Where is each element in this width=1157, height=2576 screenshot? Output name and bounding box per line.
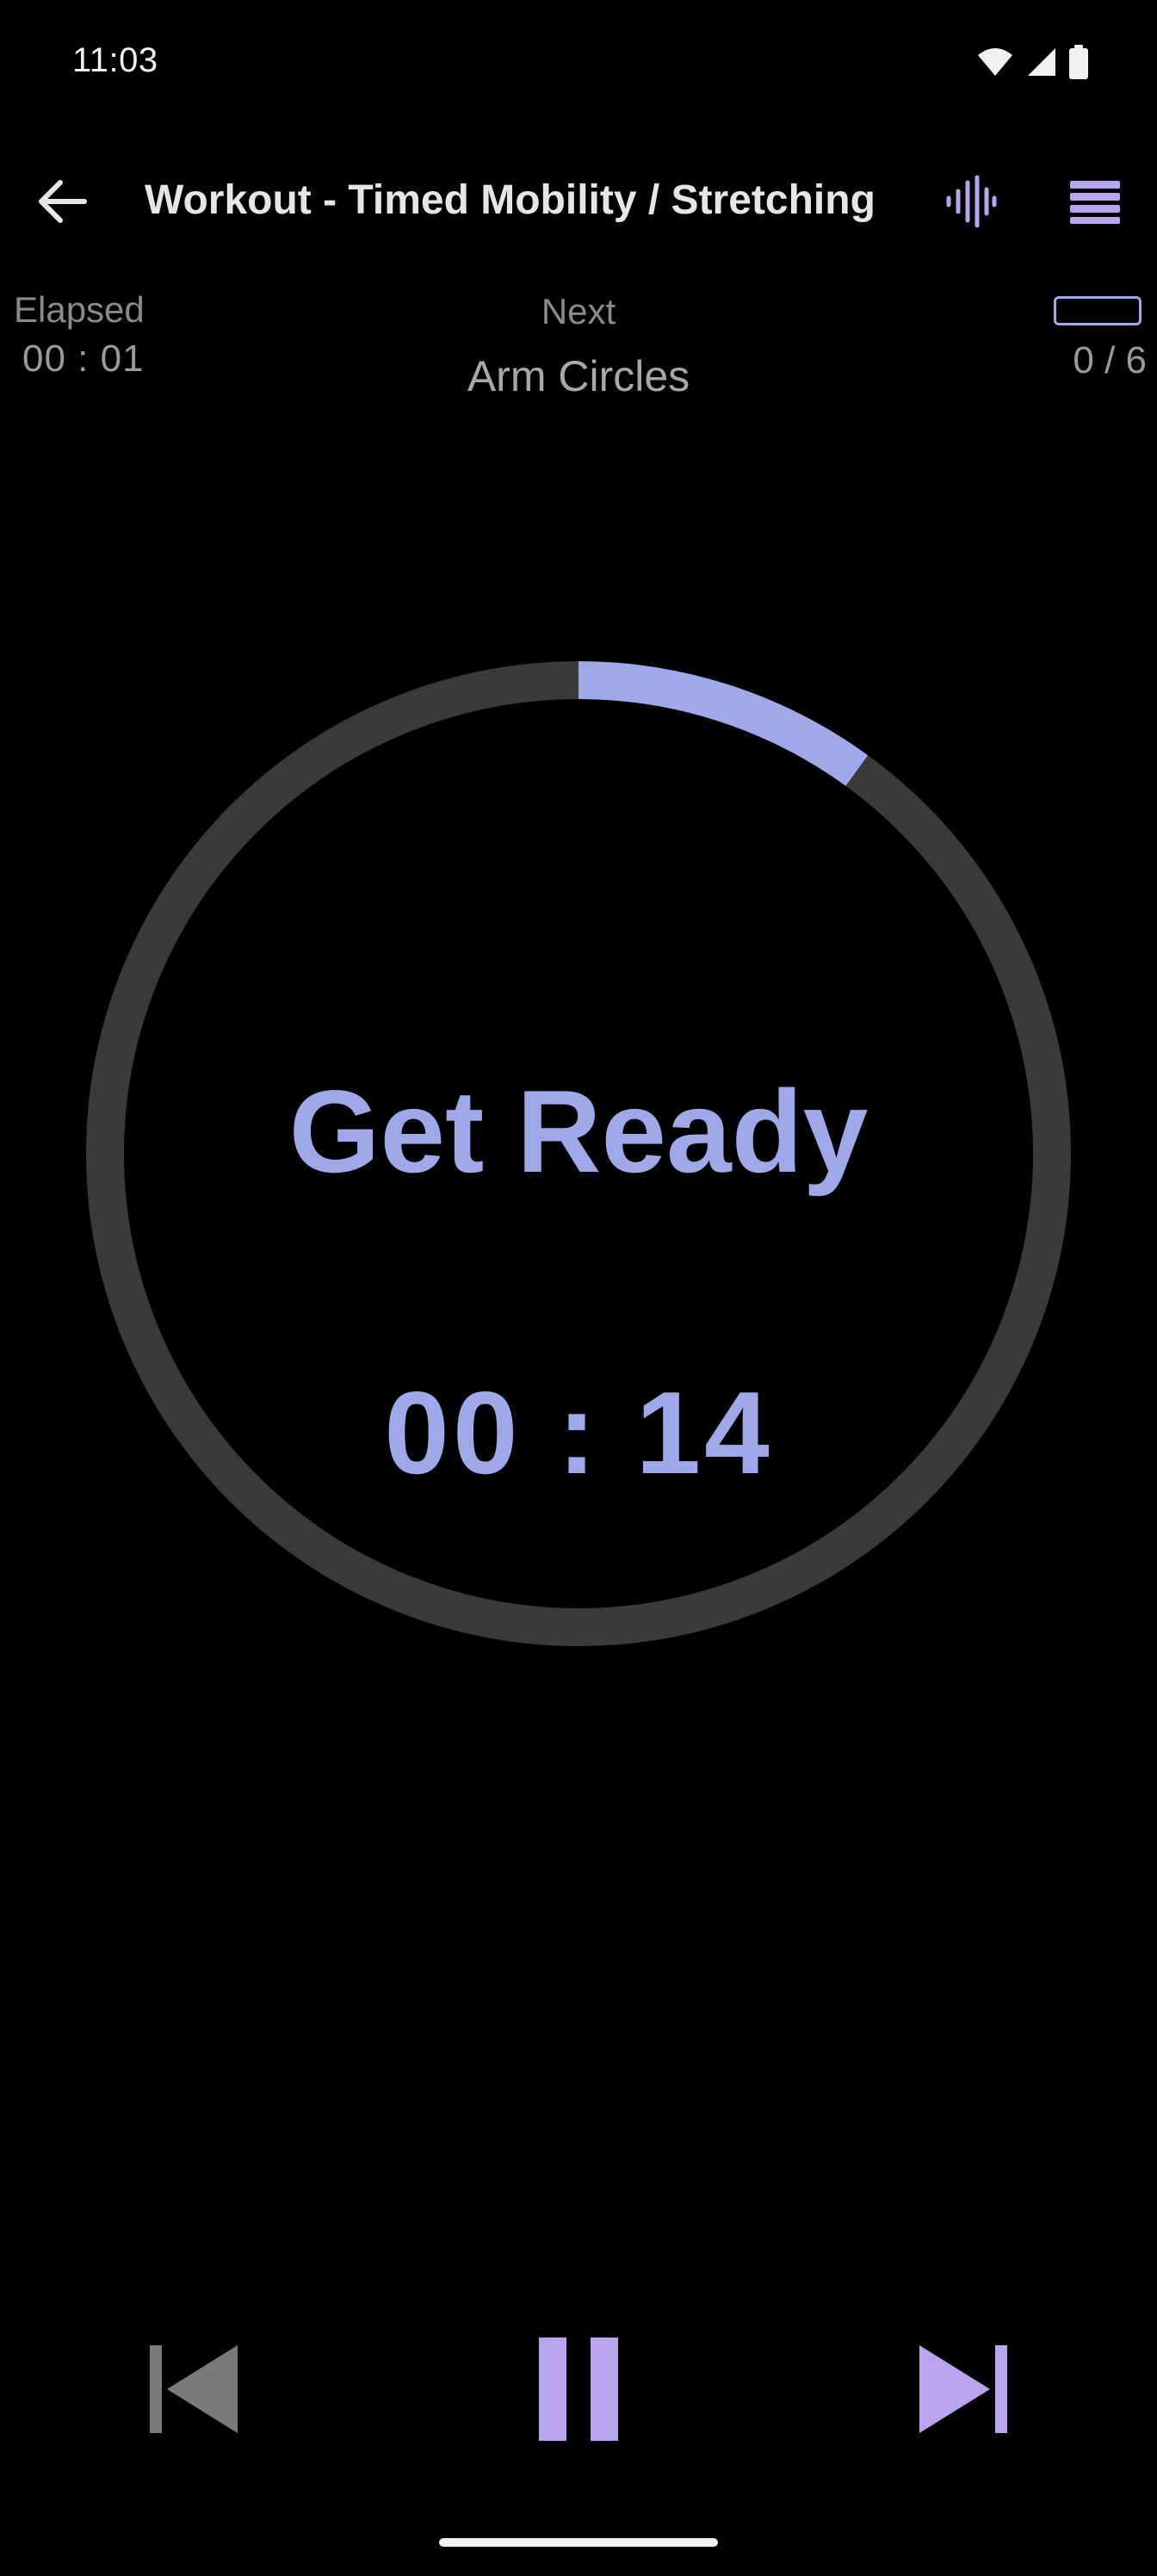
timer-state: Get Ready bbox=[288, 1066, 869, 1197]
audio-wave-icon bbox=[946, 175, 997, 228]
skip-previous-icon bbox=[150, 2345, 238, 2433]
previous-button[interactable] bbox=[138, 2333, 250, 2445]
exercise-count: 0 / 6 bbox=[1073, 339, 1147, 381]
next-label: Next bbox=[541, 291, 616, 331]
pause-button[interactable] bbox=[520, 2325, 637, 2454]
workout-progress-bar bbox=[1054, 296, 1142, 325]
menu-icon bbox=[1070, 181, 1120, 224]
next-exercise: Arm Circles bbox=[467, 352, 690, 400]
home-indicator[interactable] bbox=[439, 2538, 718, 2547]
pause-icon bbox=[539, 2338, 618, 2441]
signal-icon bbox=[1028, 48, 1055, 76]
arrow-back-icon bbox=[39, 180, 87, 223]
audio-cues-button[interactable] bbox=[940, 170, 1002, 232]
menu-button[interactable] bbox=[1064, 170, 1126, 232]
battery-icon bbox=[1069, 45, 1088, 79]
status-time: 11:03 bbox=[72, 41, 158, 79]
wifi-icon bbox=[978, 48, 1012, 76]
workout-title: Workout - Timed Mobility / Stretching bbox=[145, 177, 875, 223]
skip-next-icon bbox=[919, 2345, 1007, 2433]
back-button[interactable] bbox=[31, 170, 93, 232]
timer-countdown: 00 : 14 bbox=[384, 1367, 773, 1498]
status-icons bbox=[976, 45, 1088, 79]
next-button[interactable] bbox=[907, 2333, 1019, 2445]
